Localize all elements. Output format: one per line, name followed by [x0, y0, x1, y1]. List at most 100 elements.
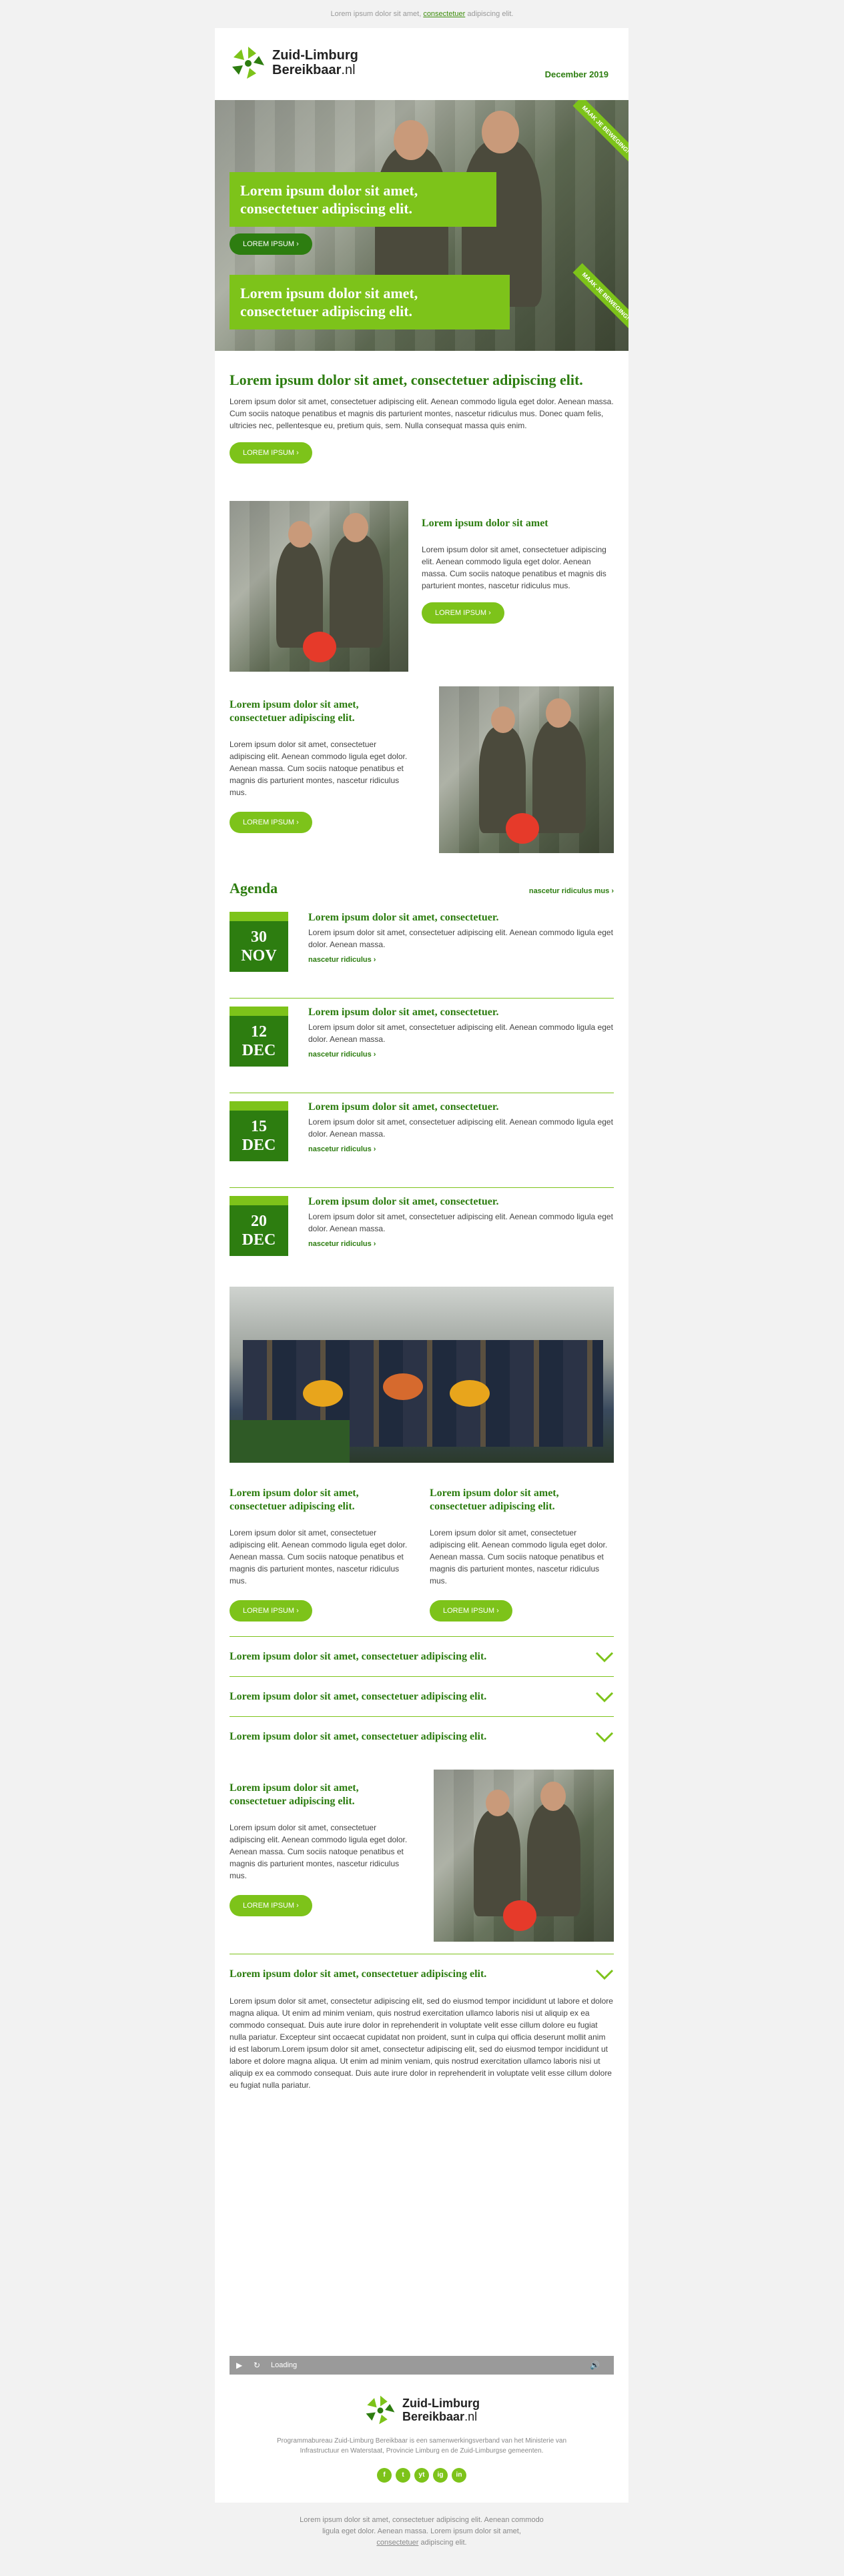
accordion-title: Lorem ipsum dolor sit amet, consectetuer…	[230, 1690, 487, 1702]
group-photo-section	[215, 1287, 628, 1463]
replay-icon[interactable]: ↻	[254, 2361, 263, 2370]
event-title: Lorem ipsum dolor sit amet, consectetuer…	[308, 1196, 499, 1207]
logo-icon	[366, 2395, 395, 2425]
feature-2: Lorem ipsum dolor sit amet, consectetuer…	[215, 686, 628, 853]
feature-2-body: Lorem ipsum dolor sit amet, consectetuer…	[230, 740, 408, 797]
youtube-icon[interactable]: yt	[414, 2468, 429, 2483]
feature-2-title: Lorem ipsum dolor sit amet, consectetuer…	[230, 699, 359, 724]
calendar-icon: 15 DEC	[230, 1101, 288, 1161]
accordion-2: Lorem ipsum dolor sit amet, consectetuer…	[215, 1954, 628, 1994]
footer-logo[interactable]: Zuid-Limburg Bereikbaar.nl	[215, 2393, 628, 2427]
feature-1-body: Lorem ipsum dolor sit amet, consectetuer…	[422, 545, 606, 590]
disclaimer-line-2: ligula eget dolor. Aenean massa. Lorem i…	[322, 2527, 521, 2535]
event-month: DEC	[242, 1231, 276, 1249]
chevron-down-icon	[595, 1732, 614, 1742]
accordion-title: Lorem ipsum dolor sit amet, consectetuer…	[230, 1730, 487, 1742]
event-day: 12	[251, 1023, 267, 1041]
hero-title: Lorem ipsum dolor sit amet, consectetuer…	[230, 172, 496, 227]
chevron-down-icon	[595, 1652, 614, 1662]
volume-icon[interactable]: 🔊	[590, 2361, 600, 2370]
feature-1: Lorem ipsum dolor sit amet Lorem ipsum d…	[215, 501, 628, 672]
instagram-icon[interactable]: ig	[433, 2468, 448, 2483]
event-title: Lorem ipsum dolor sit amet, consectetuer…	[308, 1007, 499, 1018]
accordion-title: Lorem ipsum dolor sit amet, consectetuer…	[230, 1650, 487, 1662]
logo-icon	[232, 47, 264, 79]
accordion: Lorem ipsum dolor sit amet, consectetuer…	[215, 1636, 628, 1756]
accordion-item[interactable]: Lorem ipsum dolor sit amet, consectetuer…	[230, 1636, 614, 1676]
intro-section: Lorem ipsum dolor sit amet, consectetuer…	[215, 351, 628, 464]
feature-2-button[interactable]: LOREM IPSUM ›	[230, 812, 312, 833]
player-status: Loading	[271, 2361, 298, 2369]
disclaimer-line-1: Lorem ipsum dolor sit amet, consectetuer…	[300, 2516, 544, 2524]
logo-line-2: Bereikbaar	[402, 2410, 465, 2423]
agenda-more-link[interactable]: nascetur ridiculus mus ›	[529, 887, 614, 895]
event-day: 30	[251, 928, 267, 946]
accordion-item[interactable]: Lorem ipsum dolor sit amet, consectetuer…	[230, 1716, 614, 1756]
calendar-icon: 20 DEC	[230, 1196, 288, 1256]
event-link[interactable]: nascetur ridiculus ›	[308, 956, 614, 964]
logo-line-1: Zuid-Limburg	[402, 2397, 480, 2410]
intro-body: Lorem ipsum dolor sit amet, consectetuer…	[230, 397, 614, 430]
facebook-icon[interactable]: f	[377, 2468, 392, 2483]
event-title: Lorem ipsum dolor sit amet, consectetuer…	[308, 912, 499, 923]
column-body: Lorem ipsum dolor sit amet, consectetuer…	[430, 1528, 608, 1585]
feature-1-title: Lorem ipsum dolor sit amet	[422, 518, 548, 529]
preheader-text-end: adipiscing elit.	[467, 10, 514, 18]
agenda-title: Agenda	[230, 880, 278, 896]
event-link[interactable]: nascetur ridiculus ›	[308, 1240, 614, 1248]
column-button[interactable]: LOREM IPSUM ›	[230, 1600, 312, 1622]
logo-line-2: Bereikbaar	[272, 63, 342, 77]
feature-3-button[interactable]: LOREM IPSUM ›	[230, 1895, 312, 1916]
event-day: 15	[251, 1118, 267, 1135]
accordion-item[interactable]: Lorem ipsum dolor sit amet, consectetuer…	[230, 1676, 614, 1716]
intro-title: Lorem ipsum dolor sit amet, consectetuer…	[230, 372, 583, 388]
agenda-event: 20 DEC Lorem ipsum dolor sit amet, consec…	[230, 1188, 614, 1283]
agenda-event: 30 NOV Lorem ipsum dolor sit amet, consec…	[230, 904, 614, 999]
event-body: Lorem ipsum dolor sit amet, consectetuer…	[308, 928, 613, 949]
feature-1-image	[230, 501, 408, 672]
agenda-event: 12 DEC Lorem ipsum dolor sit amet, consec…	[230, 999, 614, 1093]
email-header: Zuid-Limburg Bereikbaar.nl December 2019	[215, 28, 628, 100]
chevron-down-icon	[595, 1969, 614, 1980]
event-body: Lorem ipsum dolor sit amet, consectetuer…	[308, 1117, 613, 1139]
event-link[interactable]: nascetur ridiculus ›	[308, 1145, 614, 1153]
twitter-icon[interactable]: t	[396, 2468, 410, 2483]
social-links: f t yt ig in	[215, 2468, 628, 2483]
event-body: Lorem ipsum dolor sit amet, consectetuer…	[308, 1023, 613, 1044]
hero-button[interactable]: LOREM IPSUM ›	[230, 233, 312, 255]
column-button[interactable]: LOREM IPSUM ›	[430, 1600, 512, 1622]
column-title: Lorem ipsum dolor sit amet, consectetuer…	[430, 1487, 559, 1512]
intro-button[interactable]: LOREM IPSUM ›	[230, 442, 312, 464]
hero: MAAK JE BEWEGING! MAAK JE BEWEGING! Lore…	[215, 100, 628, 351]
footer-text: Programmabureau Zuid-Limburg Bereikbaar …	[276, 2437, 567, 2455]
event-day: 20	[251, 1213, 267, 1230]
preheader-link[interactable]: consectetuer	[423, 10, 465, 18]
event-link[interactable]: nascetur ridiculus ›	[308, 1051, 614, 1059]
logo-suffix: .nl	[341, 63, 356, 77]
event-month: DEC	[242, 1137, 276, 1154]
feature-1-button[interactable]: LOREM IPSUM ›	[422, 602, 504, 624]
disclaimer-end: adipiscing elit.	[420, 2539, 467, 2547]
feature-2-image	[439, 686, 614, 853]
group-photo	[230, 1287, 614, 1463]
preheader-text: Lorem ipsum dolor sit amet,	[330, 10, 422, 18]
play-icon[interactable]: ▶	[236, 2361, 246, 2370]
two-columns: Lorem ipsum dolor sit amet, consectetuer…	[215, 1487, 628, 1622]
logo-suffix: .nl	[464, 2410, 478, 2423]
column-left: Lorem ipsum dolor sit amet, consectetuer…	[230, 1487, 410, 1622]
column-right: Lorem ipsum dolor sit amet, consectetuer…	[430, 1487, 614, 1622]
agenda-event: 15 DEC Lorem ipsum dolor sit amet, consec…	[230, 1093, 614, 1188]
agenda: Agenda nascetur ridiculus mus › 30 NOV Lo…	[215, 880, 628, 1283]
preheader: Lorem ipsum dolor sit amet, consectetuer…	[0, 0, 844, 28]
disclaimer-link[interactable]: consectetuer	[376, 2539, 418, 2547]
accordion-item[interactable]: Lorem ipsum dolor sit amet, consectetuer…	[230, 1954, 614, 1994]
bottom-disclaimer: Lorem ipsum dolor sit amet, consectetuer…	[215, 2503, 628, 2549]
event-month: DEC	[242, 1042, 276, 1059]
logo[interactable]: Zuid-Limburg Bereikbaar.nl	[230, 44, 358, 81]
calendar-icon: 12 DEC	[230, 1007, 288, 1067]
long-text-section: Lorem ipsum dolor sit amet, consectetur …	[215, 1995, 628, 2091]
linkedin-icon[interactable]: in	[452, 2468, 466, 2483]
chevron-down-icon	[595, 1692, 614, 1702]
column-body: Lorem ipsum dolor sit amet, consectetuer…	[230, 1528, 408, 1585]
event-body: Lorem ipsum dolor sit amet, consectetuer…	[308, 1212, 613, 1233]
